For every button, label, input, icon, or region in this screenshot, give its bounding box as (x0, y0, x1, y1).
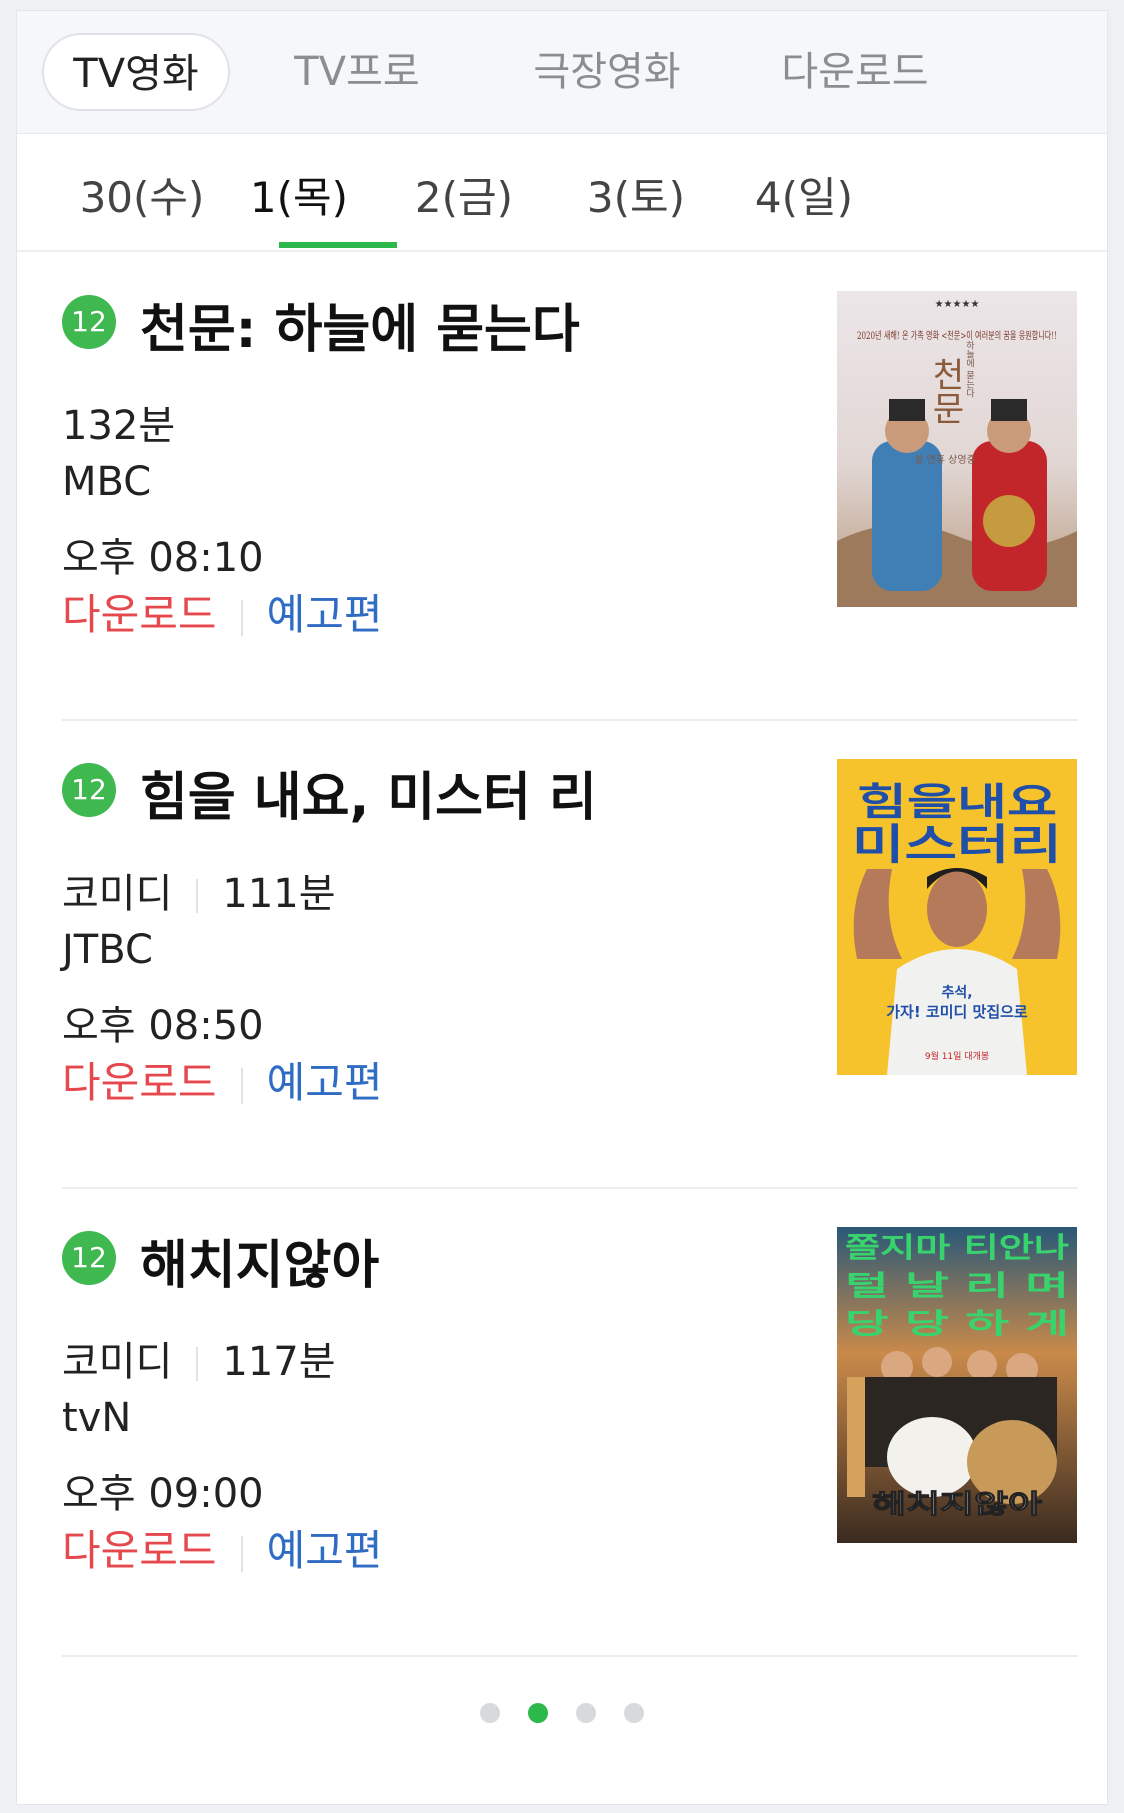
poster-tagline-line1: 추석, (941, 985, 972, 1001)
meta-divider (196, 879, 199, 913)
movie-poster[interactable]: 힘을내요 미스터리 추석, 가자! 코미디 맛집으로 9월 11일 대개봉 (837, 759, 1077, 1075)
air-time: 오후 09:00 (62, 1471, 264, 1517)
page-dot-4[interactable] (624, 1703, 644, 1723)
tab-download[interactable]: 다운로드 (755, 33, 955, 111)
link-divider (240, 1535, 243, 1572)
tab-day-3[interactable]: 3(토) (579, 164, 693, 225)
poster-note: 설 연휴 상영중 (914, 454, 976, 466)
genre-runtime: 코미디 111분 (62, 861, 336, 919)
poster-tagline: 2020년 새해! 온 가족 영화 <천문>이 여러분의 꿈을 응원합니다!! (857, 329, 1057, 342)
page-dot-3[interactable] (576, 1703, 596, 1723)
meta-divider (196, 1347, 199, 1381)
movie-links: 다운로드 예고편 (62, 1517, 382, 1578)
age-rating-badge: 12 (62, 763, 116, 817)
genre: 코미디 (62, 1339, 173, 1385)
tab-day-4[interactable]: 4(일) (747, 164, 861, 225)
movie-poster[interactable]: ★★★★★ 2020년 새해! 온 가족 영화 <천문>이 여러분의 꿈을 응원… (837, 291, 1077, 607)
tab-day-2[interactable]: 2(금) (407, 164, 521, 225)
genre: 코미디 (62, 871, 173, 917)
air-time: 오후 08:10 (62, 535, 264, 581)
page-dot-1[interactable] (480, 1703, 500, 1723)
link-divider (240, 1067, 243, 1104)
link-divider (240, 599, 243, 636)
page-dot-2[interactable] (528, 1703, 548, 1723)
channel: JTBC (62, 927, 153, 973)
movie-links: 다운로드 예고편 (62, 581, 382, 642)
poster-note: 9월 11일 대개봉 (925, 1050, 989, 1062)
tab-theater-movie[interactable]: 극장영화 (507, 33, 707, 111)
poster-line3: 당 당 하 게 (845, 1307, 1069, 1340)
runtime: 132분 (62, 403, 176, 449)
movie-title[interactable]: 천문: 하늘에 묻는다 (140, 287, 580, 362)
tab-tv-movie[interactable]: TV영화 (42, 33, 230, 111)
poster-line1: 쫄지마 티안나 (845, 1231, 1069, 1264)
poster-title: 천문 (925, 357, 965, 425)
channel: tvN (62, 1395, 132, 1441)
movie-item[interactable]: 12 천문: 하늘에 묻는다 132분 MBC 오후 08:10 다운로드 예고편 (62, 251, 1078, 721)
download-link[interactable]: 다운로드 (62, 1526, 217, 1575)
trailer-link[interactable]: 예고편 (267, 1526, 383, 1575)
poster-subtitle: 하늘에 묻는다 (964, 340, 974, 398)
download-link[interactable]: 다운로드 (62, 1058, 217, 1107)
movie-links: 다운로드 예고편 (62, 1049, 382, 1110)
poster-stars: ★★★★★ (935, 299, 980, 310)
runtime: 111분 (222, 871, 336, 917)
download-link[interactable]: 다운로드 (62, 590, 217, 639)
active-day-indicator (279, 242, 397, 248)
poster-title-line1: 힘을내요 (857, 780, 1057, 824)
category-tabs: TV영화 TV프로 극장영화 다운로드 (17, 11, 1107, 134)
movie-item[interactable]: 12 해치지않아 코미디 117분 tvN 오후 09:00 다운로드 예고편 (62, 1187, 1078, 1657)
poster-title-line2: 미스터리 (852, 820, 1062, 869)
movie-schedule-card: TV영화 TV프로 극장영화 다운로드 30(수) 1(목) 2(금) 3(토)… (16, 10, 1108, 1805)
genre-runtime: 코미디 117분 (62, 1329, 336, 1387)
age-rating-badge: 12 (62, 295, 116, 349)
date-tabs: 30(수) 1(목) 2(금) 3(토) 4(일) (17, 134, 1107, 252)
age-rating-badge: 12 (62, 1231, 116, 1285)
poster-tagline-line2: 가자! 코미디 맛집으로 (886, 1003, 1028, 1021)
poster-line2: 털 날 리 며 (845, 1269, 1069, 1302)
tab-day-1[interactable]: 1(목) (242, 164, 356, 225)
trailer-link[interactable]: 예고편 (267, 1058, 383, 1107)
trailer-link[interactable]: 예고편 (267, 590, 383, 639)
movie-title[interactable]: 해치지않아 (140, 1223, 379, 1298)
tab-tv-program[interactable]: TV프로 (272, 33, 442, 111)
runtime: 117분 (222, 1339, 336, 1385)
movie-title[interactable]: 힘을 내요, 미스터 리 (140, 755, 597, 830)
carousel-pagination (17, 1703, 1107, 1727)
poster-title: 해치지않아 (872, 1490, 1042, 1520)
movie-item[interactable]: 12 힘을 내요, 미스터 리 코미디 111분 JTBC 오후 08:50 다운… (62, 719, 1078, 1189)
movie-poster[interactable]: 쫄지마 티안나 털 날 리 며 당 당 하 게 해치지않아 (837, 1227, 1077, 1543)
channel: MBC (62, 459, 152, 505)
air-time: 오후 08:50 (62, 1003, 264, 1049)
tab-day-30[interactable]: 30(수) (77, 164, 207, 225)
